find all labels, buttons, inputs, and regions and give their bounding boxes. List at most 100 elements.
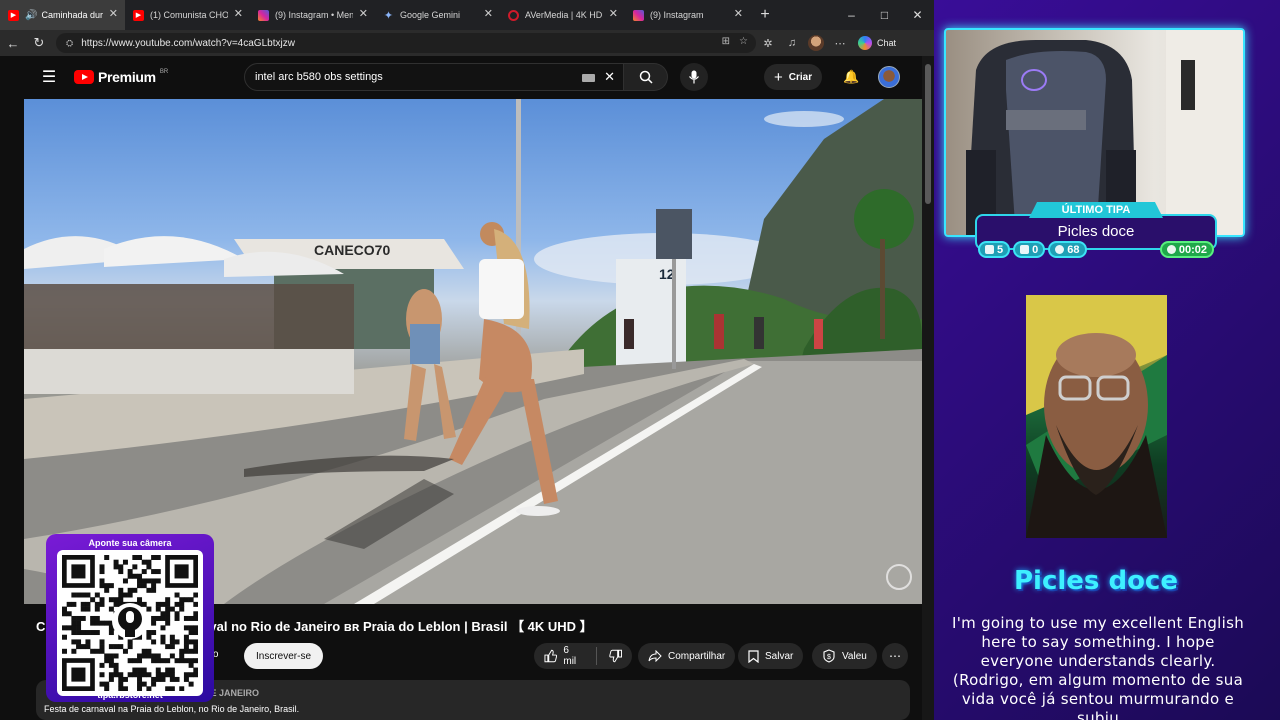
copilot-button[interactable]: Chat xyxy=(858,36,896,50)
title-first-char: C xyxy=(36,619,46,634)
minimize-button[interactable]: – xyxy=(835,0,868,30)
youtube-favicon-icon: ▶ xyxy=(8,9,19,21)
microphone-icon xyxy=(689,70,699,84)
page-scrollbar[interactable] xyxy=(922,56,934,720)
speaker-icon[interactable]: 🔊 xyxy=(25,10,37,21)
app-available-icon[interactable]: ⊞ xyxy=(722,36,730,47)
tab-4[interactable]: AVerMedia | 4K HDMI ✕ xyxy=(500,0,625,30)
whatsapp-icon xyxy=(1166,245,1176,254)
tts-message-text: I'm going to use my excellent English he… xyxy=(951,614,1245,720)
save-button[interactable]: Salvar xyxy=(738,643,804,669)
kick-icon xyxy=(1055,245,1065,254)
reload-button[interactable]: ↻ xyxy=(26,35,52,51)
twitch-icon xyxy=(985,245,994,254)
media-control-icon[interactable]: ♫ xyxy=(780,37,804,49)
site-info-icon[interactable]: ⛭ xyxy=(66,38,73,49)
instagram-favicon-icon xyxy=(258,9,269,21)
like-dislike-group: 6 mil xyxy=(534,643,632,669)
clear-search-icon[interactable]: ✕ xyxy=(604,69,615,85)
search-button[interactable] xyxy=(624,63,668,91)
qr-code-overlay: Aponte sua câmera xyxy=(46,534,214,702)
profile-avatar[interactable] xyxy=(808,35,824,51)
thumbs-down-icon[interactable] xyxy=(608,649,622,663)
qr-code-pattern xyxy=(62,555,199,692)
plus-icon: + xyxy=(774,68,783,86)
account-avatar[interactable] xyxy=(878,66,901,88)
bookmark-icon xyxy=(748,649,759,663)
omnibox-icons: ⊞ ☆ xyxy=(722,36,748,47)
tab-1[interactable]: ▶ (1) Comunista CHORA ✕ xyxy=(125,0,250,30)
last-tip-name: Picles doce xyxy=(1057,223,1135,240)
tab-2[interactable]: (9) Instagram • Mensa ✕ xyxy=(250,0,375,30)
title-rest: val no Rio de Janeiro ʙʀ Praia do Leblon… xyxy=(209,619,593,634)
timer-stat: 00:02 xyxy=(1159,241,1214,258)
tab-title: (1) Comunista CHORA xyxy=(150,10,228,20)
share-label: Compartilhar xyxy=(668,650,726,662)
voice-search-button[interactable] xyxy=(680,63,708,91)
copilot-icon xyxy=(858,36,872,50)
tts-sender-name: Picles doce xyxy=(1014,566,1178,596)
create-label: Criar xyxy=(788,71,813,83)
more-options-icon[interactable]: ⋯ xyxy=(828,37,852,50)
qr-caption: Aponte sua câmera xyxy=(88,538,172,548)
thanks-button[interactable]: $ Valeu xyxy=(812,643,877,669)
tab-title: Caminhada duran xyxy=(41,10,103,20)
share-button[interactable]: Compartilhar xyxy=(638,643,736,669)
tab-5[interactable]: (9) Instagram ✕ xyxy=(625,0,750,30)
notifications-bell-icon[interactable]: 🔔 xyxy=(838,69,864,85)
instagram-favicon-icon xyxy=(633,9,644,21)
tab-title: Google Gemini xyxy=(400,10,461,20)
divider xyxy=(595,647,597,665)
kick-count: 68 xyxy=(1067,243,1080,256)
svg-text:$: $ xyxy=(827,654,831,661)
tip-stats-row: 5 0 68 00:02 xyxy=(978,241,1214,259)
tab-0[interactable]: ▶ 🔊 Caminhada duran ✕ xyxy=(0,0,125,30)
youtube-premium-logo[interactable]: Premium BR xyxy=(74,69,244,85)
url-text: https://www.youtube.com/watch?v=4caGLbtx… xyxy=(81,37,295,49)
subscribe-button[interactable]: Inscrever-se xyxy=(244,643,324,669)
youtube-count: 0 xyxy=(1032,243,1039,256)
new-tab-button[interactable]: + xyxy=(750,6,780,24)
search-input[interactable]: intel arc b580 obs settings ✕ xyxy=(244,63,624,91)
super-thanks-icon: $ xyxy=(823,649,835,663)
kiosk-sign-text: CANECO70 xyxy=(314,242,390,258)
search-query: intel arc b580 obs settings xyxy=(255,71,383,83)
like-button[interactable]: 6 mil xyxy=(544,645,584,667)
channel-watermark-icon[interactable] xyxy=(886,564,912,590)
thanks-label: Valeu xyxy=(842,650,867,662)
gemini-favicon-icon: ✦ xyxy=(383,9,394,22)
close-tab-icon[interactable]: ✕ xyxy=(109,9,118,20)
tab-3[interactable]: ✦ Google Gemini ✕ xyxy=(375,0,500,30)
close-tab-icon[interactable]: ✕ xyxy=(609,9,618,20)
logo-region: BR xyxy=(159,69,169,75)
share-icon xyxy=(648,650,662,662)
youtube-header: ☰ Premium BR intel arc b580 obs settings… xyxy=(24,56,922,98)
scrollbar-thumb[interactable] xyxy=(925,64,931,204)
maximize-button[interactable]: □ xyxy=(868,0,901,30)
qr-code xyxy=(57,550,203,696)
last-tip-label: ÚLTIMO TIPA xyxy=(1029,202,1163,218)
keyboard-icon[interactable] xyxy=(582,74,595,82)
streamer-portrait xyxy=(1026,295,1167,538)
thumbs-up-icon xyxy=(544,649,558,663)
close-tab-icon[interactable]: ✕ xyxy=(234,9,243,20)
more-actions-button[interactable]: ⋯ xyxy=(882,643,908,669)
video-player[interactable]: 12 CANECO70 xyxy=(24,99,922,604)
close-tab-icon[interactable]: ✕ xyxy=(359,9,368,20)
create-button[interactable]: + Criar xyxy=(764,64,823,90)
tab-strip: ▶ 🔊 Caminhada duran ✕ ▶ (1) Comunista CH… xyxy=(0,0,934,30)
window-controls: – □ ✕ xyxy=(835,0,934,30)
hamburger-menu-icon[interactable]: ☰ xyxy=(24,67,74,87)
back-button[interactable]: ← xyxy=(0,36,26,51)
extensions-icon[interactable]: ✲ xyxy=(756,37,780,50)
twitch-stat: 5 xyxy=(978,241,1011,258)
twitch-count: 5 xyxy=(997,243,1004,256)
favorite-star-icon[interactable]: ☆ xyxy=(739,36,748,47)
url-field[interactable]: ⛭ https://www.youtube.com/watch?v=4caGLb… xyxy=(56,33,756,53)
timer-value: 00:02 xyxy=(1178,243,1207,256)
video-frame-scene: 12 CANECO70 xyxy=(24,99,922,604)
close-tab-icon[interactable]: ✕ xyxy=(484,9,493,20)
close-tab-icon[interactable]: ✕ xyxy=(734,9,743,20)
logo-text: Premium xyxy=(98,69,156,85)
close-window-button[interactable]: ✕ xyxy=(901,0,934,30)
